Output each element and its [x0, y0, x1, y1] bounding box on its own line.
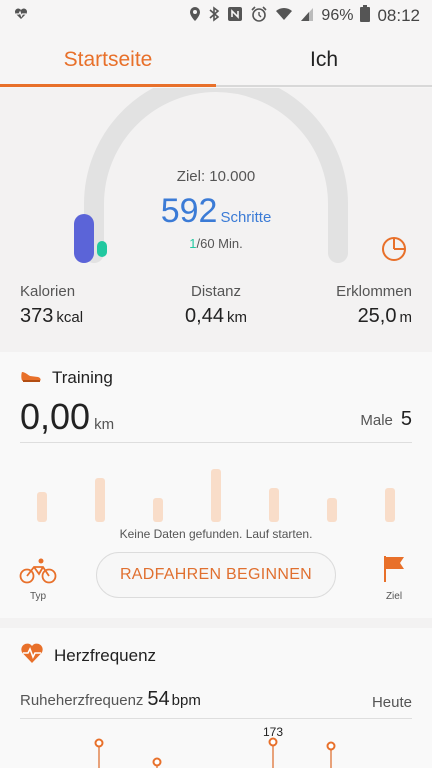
bluetooth-icon [208, 5, 220, 27]
stat-label: Erklommen [336, 283, 412, 300]
placeholder-bar [269, 488, 279, 522]
hr-point [94, 738, 104, 748]
stat-climbed: Erklommen 25,0 m [288, 283, 432, 328]
signal-icon [300, 6, 314, 27]
tab-divider [216, 85, 432, 87]
nfc-icon [227, 6, 243, 27]
stat-value: 373 [20, 305, 54, 327]
placeholder-bar [37, 492, 47, 522]
active-minutes: 1/60 Min. [0, 236, 432, 251]
alarm-icon [250, 5, 268, 27]
step-count: 592 [160, 192, 218, 230]
tab-bar: Startseite Ich [0, 32, 432, 88]
training-goal-label: Ziel [385, 591, 403, 602]
step-count-line: 592 Schritte [0, 192, 432, 231]
hr-point [268, 737, 278, 747]
step-goal: Ziel: 10.000 [176, 168, 256, 185]
steps-card[interactable]: Ziel: 10.000 592 Schritte 1/60 Min. Kalor… [0, 88, 432, 344]
heart-health-icon [14, 7, 28, 26]
placeholder-bar [385, 488, 395, 522]
stat-unit: m [399, 309, 413, 326]
placeholder-bar [211, 469, 221, 522]
hr-point [152, 757, 162, 767]
stat-label: Kalorien [20, 283, 76, 300]
exercise-type-label: Typ [29, 591, 47, 602]
battery-icon [360, 5, 371, 27]
battery-percent: 96% [321, 7, 354, 24]
cycling-icon [19, 558, 57, 584]
placeholder-bar [153, 498, 163, 522]
stat-unit: kcal [56, 309, 84, 326]
stat-value: 0,44 [185, 305, 224, 327]
clock: 08:12 [377, 6, 420, 25]
placeholder-bar [327, 498, 337, 522]
stat-value: 25,0 [357, 305, 397, 327]
location-icon [189, 6, 201, 27]
training-card[interactable]: Training 0,00 km Male 5 Keine Daten gefund… [0, 352, 432, 618]
stat-unit: km [226, 309, 247, 326]
exercise-type-button[interactable]: Typ [16, 558, 60, 602]
active-tab-indicator [0, 84, 216, 87]
hr-peak-label: 173 [263, 725, 283, 739]
active-minutes-goal: /60 Min. [196, 236, 243, 251]
hr-point [326, 741, 336, 751]
flag-icon [384, 556, 404, 582]
training-goal-button[interactable]: Ziel [372, 554, 416, 602]
heart-rate-card[interactable]: Herzfrequenz Ruheherzfrequenz 54 bpm Heute… [0, 628, 432, 768]
status-bar: 96% 08:12 [0, 0, 432, 32]
no-data-message: Keine Daten gefunden. Lauf starten. [119, 527, 313, 541]
tab-startseite[interactable]: Startseite [0, 32, 216, 88]
start-cycling-button[interactable]: RADFAHREN BEGINNEN [96, 552, 336, 598]
stat-label: Distanz [190, 283, 242, 300]
stat-distance: Distanz 0,44 km [144, 283, 288, 328]
step-unit: Schritte [220, 209, 272, 226]
heart-rate-chart: 173 [94, 725, 336, 768]
pie-chart-icon[interactable] [380, 235, 408, 263]
wifi-icon [275, 6, 293, 27]
placeholder-bar [95, 478, 105, 522]
tab-ich[interactable]: Ich [216, 32, 432, 88]
stat-calories: Kalorien 373 kcal [0, 283, 144, 328]
